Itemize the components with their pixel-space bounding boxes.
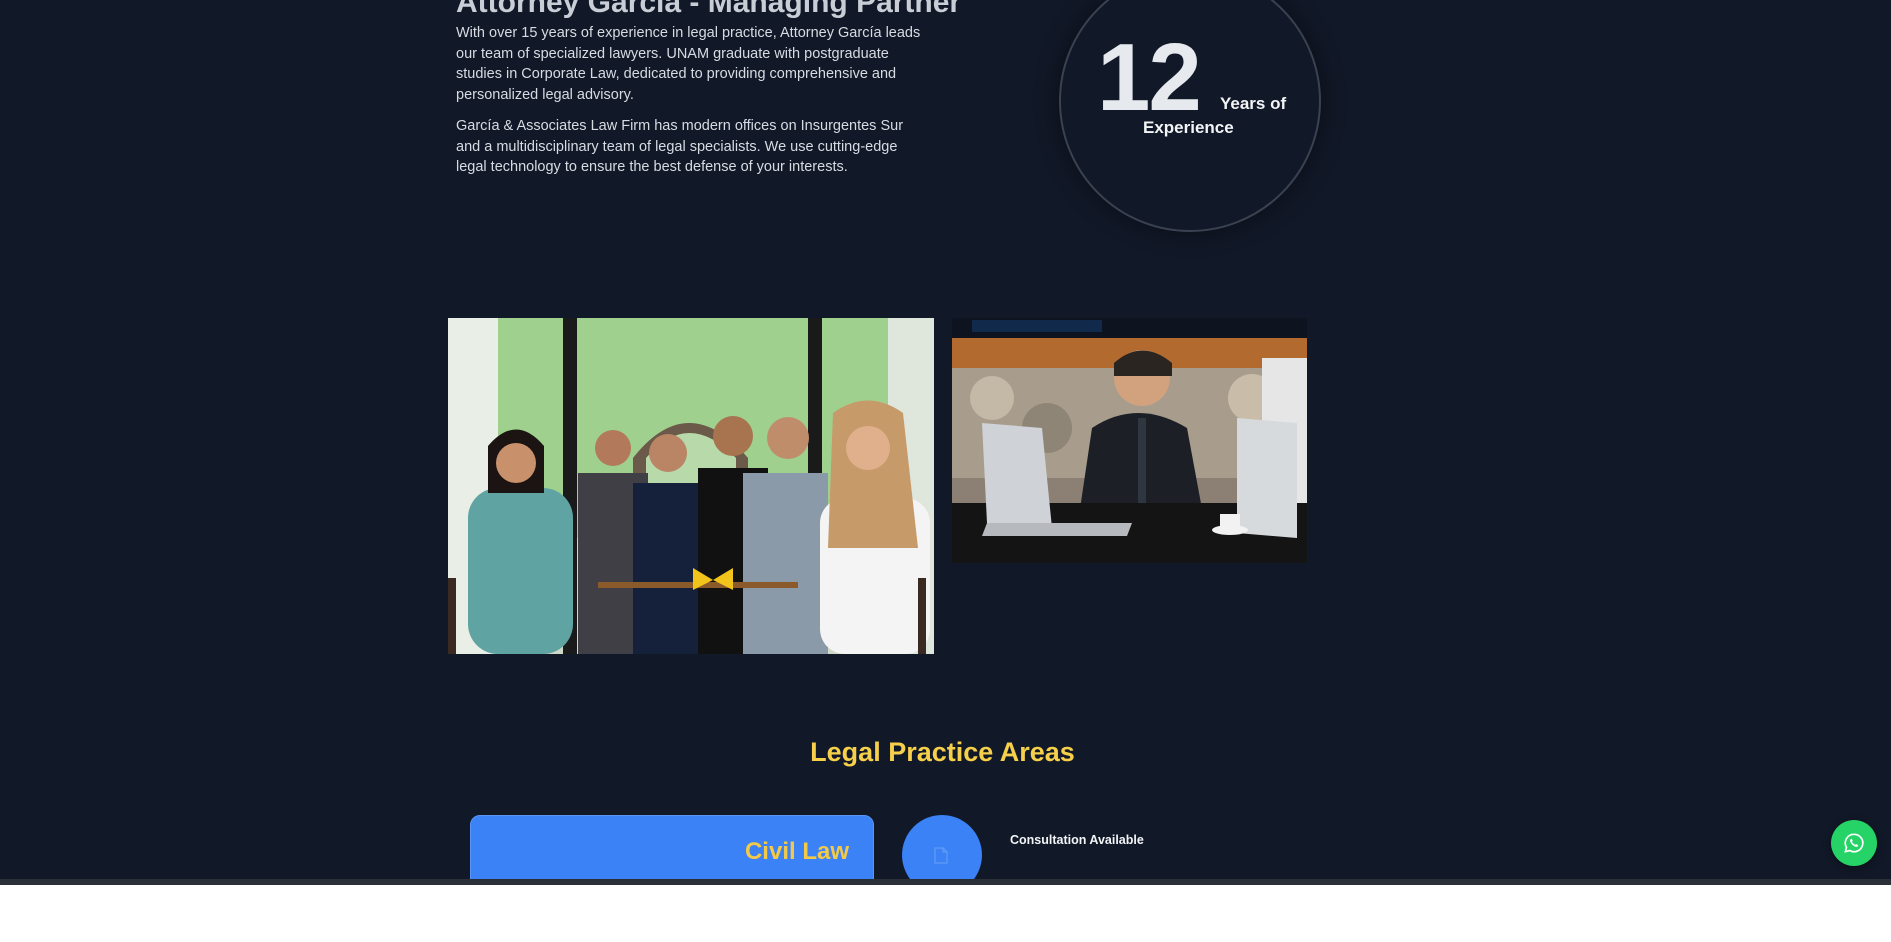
whatsapp-icon [1844,833,1864,853]
partner-heading: Attorney García - Managing Partner [456,0,962,19]
ribbon-cutting-photo [448,318,934,654]
firm-description-paragraph: García & Associates Law Firm has modern … [456,118,904,175]
experience-label-line2: Experience [1143,118,1234,137]
civil-law-card-title: Civil Law [744,838,849,865]
practice-areas-title: Legal Practice Areas [810,737,1075,767]
partner-bio-paragraph: With over 15 years of experience in lega… [456,25,921,103]
civil-law-card[interactable]: Civil Law [470,815,874,889]
whatsapp-button[interactable] [1831,820,1877,866]
experience-label-line1: Years of [1220,94,1287,113]
bottom-band [0,879,1891,942]
document-icon [934,847,948,864]
consultation-available-label: Consultation Available [1010,833,1144,847]
lawyer-laptop-photo [952,318,1307,563]
